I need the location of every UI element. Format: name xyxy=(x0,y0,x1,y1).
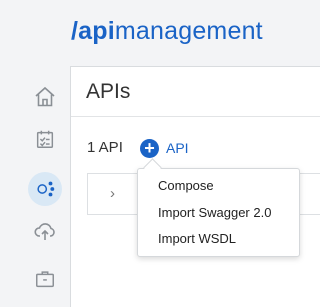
chevron-right-icon[interactable]: › xyxy=(110,185,115,202)
sidebar xyxy=(0,66,70,297)
sidebar-item-home[interactable] xyxy=(28,80,62,114)
add-api-button[interactable]: + API xyxy=(140,137,189,159)
menu-item-import-swagger[interactable]: Import Swagger 2.0 xyxy=(158,205,271,220)
title-divider xyxy=(71,116,320,117)
page-title: APIs xyxy=(86,80,131,103)
briefcase-icon xyxy=(34,268,56,290)
app-header: /apimanagement xyxy=(0,0,312,66)
api-node-icon xyxy=(34,178,56,200)
logo-management: management xyxy=(114,17,263,45)
add-api-dropdown-menu: Compose Import Swagger 2.0 Import WSDL xyxy=(137,168,300,257)
home-icon xyxy=(33,85,57,109)
sidebar-item-tasks[interactable] xyxy=(28,122,62,156)
sidebar-item-apis[interactable] xyxy=(28,172,62,206)
add-api-label: API xyxy=(166,140,189,156)
plus-circle-icon: + xyxy=(140,138,159,158)
menu-item-import-wsdl[interactable]: Import WSDL xyxy=(158,231,236,246)
sidebar-item-deploy[interactable] xyxy=(28,214,62,248)
app-logo: /apimanagement xyxy=(71,17,263,46)
cloud-upload-icon xyxy=(33,219,57,243)
api-count: 1 API xyxy=(87,139,123,156)
logo-api: api xyxy=(78,17,115,45)
menu-item-compose[interactable]: Compose xyxy=(158,178,214,193)
sidebar-item-partners[interactable] xyxy=(28,262,62,296)
calendar-check-icon xyxy=(34,128,56,150)
